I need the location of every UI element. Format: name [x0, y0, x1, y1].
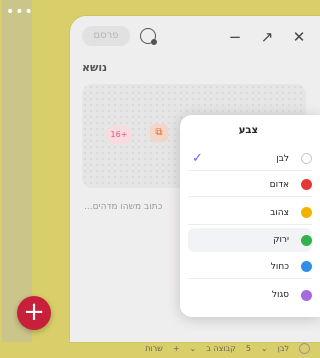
yellow-swatch	[301, 207, 312, 218]
color-radio-icon[interactable]	[299, 342, 310, 354]
color-option-label: סגול	[271, 290, 289, 300]
check-icon: ✓	[192, 151, 203, 166]
publish-button[interactable]: פרסם	[82, 26, 130, 46]
color-option-red[interactable]: אדום	[188, 173, 312, 197]
color-picker-popup: צבע לבן ✓ אדום צהוב ירוק כחול סגול	[180, 115, 320, 317]
color-option-label: כחול	[270, 261, 289, 272]
red-swatch	[301, 179, 312, 190]
left-strip: •••	[2, 0, 34, 342]
add-icon[interactable]: +	[173, 344, 180, 353]
white-swatch	[301, 153, 312, 164]
green-swatch	[301, 234, 312, 246]
post-title[interactable]: נושא	[82, 61, 142, 74]
add-fab-button[interactable]: +	[17, 296, 51, 330]
color-option-label: לבן	[276, 153, 289, 164]
color-option-label: צהוב	[270, 207, 289, 218]
window-controls: − ↗ ✕	[226, 28, 308, 46]
color-option-label: ירוק	[273, 235, 289, 245]
color-option-green[interactable]: ירוק	[188, 228, 312, 252]
color-option-label: אדום	[269, 179, 289, 190]
blue-swatch	[301, 261, 312, 272]
purple-swatch	[301, 289, 312, 301]
color-option-blue[interactable]: כחול	[188, 255, 312, 279]
settings-icon[interactable]	[140, 28, 157, 45]
bottom-toolbar: לבן ⌄ 5 קבוצה ב ⌄ + שרות	[70, 338, 320, 358]
color-option-yellow[interactable]: צהוב	[188, 201, 312, 225]
color-value[interactable]: לבן	[278, 344, 289, 353]
color-option-white[interactable]: לבן ✓	[188, 147, 312, 171]
number-value[interactable]: 5	[246, 344, 251, 353]
group-dropdown-icon[interactable]: ⌄	[190, 344, 197, 353]
popup-title: צבע	[238, 125, 258, 136]
close-icon[interactable]: ✕	[290, 28, 308, 46]
expand-icon[interactable]: ↗	[258, 28, 276, 46]
color-option-purple[interactable]: סגול	[188, 283, 312, 307]
age-badge[interactable]: 16+	[106, 126, 132, 144]
group-label[interactable]: קבוצה ב	[206, 344, 236, 353]
image-icon[interactable]: ⧉	[150, 124, 168, 142]
color-dropdown-icon[interactable]: ⌄	[261, 344, 268, 353]
content-input[interactable]: כתוב משהו מדהים...	[84, 202, 162, 212]
more-icon[interactable]: •••	[6, 4, 34, 20]
minimize-icon[interactable]: −	[226, 28, 244, 46]
add-service-label[interactable]: שרות	[145, 344, 163, 353]
